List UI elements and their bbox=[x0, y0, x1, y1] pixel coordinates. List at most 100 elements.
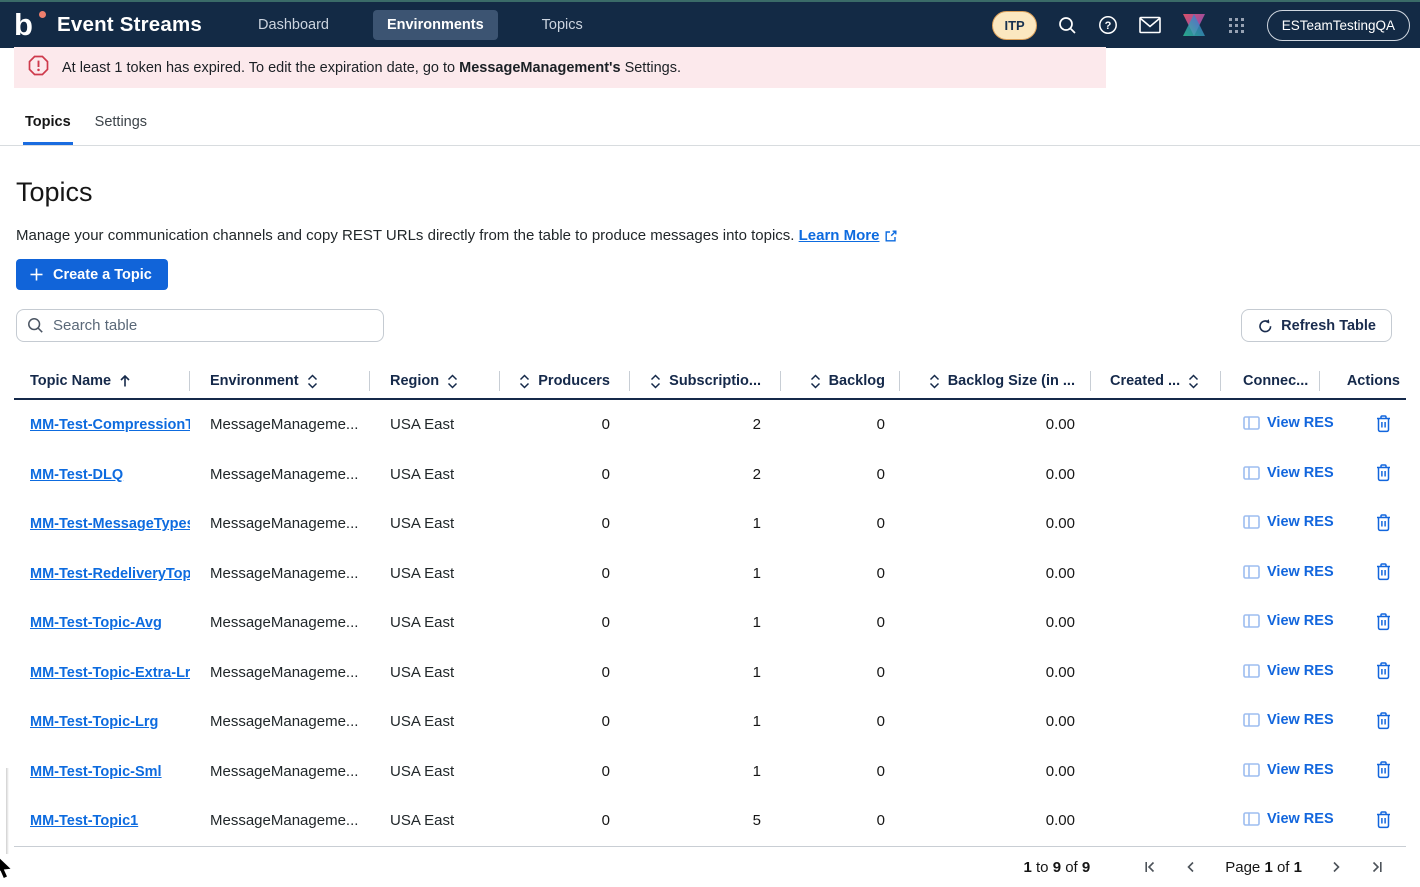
column-header-subscriptions[interactable]: Subscriptio... bbox=[630, 362, 781, 400]
environment-cell: MessageManageme... bbox=[190, 713, 370, 730]
topic-name-link[interactable]: MM-Test-DLQ bbox=[30, 467, 123, 483]
tab-topics[interactable]: Topics bbox=[23, 114, 73, 145]
account-button[interactable]: ESTeamTestingQA bbox=[1267, 10, 1410, 41]
table-row: MM-Test-RedeliveryTopi MessageManageme..… bbox=[14, 549, 1406, 599]
table-row: MM-Test-MessageTypes MessageManageme... … bbox=[14, 499, 1406, 549]
pagination-page-label: Page 1 of 1 bbox=[1225, 859, 1302, 876]
pagination-range: 1 to 9 of 9 bbox=[1023, 859, 1090, 876]
subscriptions-cell: 1 bbox=[630, 565, 781, 582]
learn-more-link[interactable]: Learn More bbox=[799, 227, 899, 244]
backlog-size-cell: 0.00 bbox=[900, 565, 1091, 582]
svg-text:?: ? bbox=[1104, 20, 1111, 32]
table-body: MM-Test-CompressionTo MessageManageme...… bbox=[14, 400, 1406, 847]
last-page-icon bbox=[1370, 860, 1384, 874]
trash-icon bbox=[1375, 760, 1392, 779]
search-input-icon bbox=[27, 317, 44, 334]
region-cell: USA East bbox=[370, 763, 500, 780]
column-header-environment[interactable]: Environment bbox=[190, 362, 370, 400]
table-row: MM-Test-Topic-Extra-Lrg MessageManageme.… bbox=[14, 648, 1406, 698]
backlog-size-cell: 0.00 bbox=[900, 466, 1091, 483]
environment-cell: MessageManageme... bbox=[190, 614, 370, 631]
trash-icon bbox=[1375, 414, 1392, 433]
delete-topic-button[interactable] bbox=[1373, 610, 1394, 636]
delete-topic-button[interactable] bbox=[1373, 758, 1394, 784]
subscriptions-cell: 1 bbox=[630, 664, 781, 681]
environment-cell: MessageManageme... bbox=[190, 515, 370, 532]
subscriptions-cell: 5 bbox=[630, 812, 781, 829]
delete-topic-button[interactable] bbox=[1373, 808, 1394, 834]
backlog-size-cell: 0.00 bbox=[900, 812, 1091, 829]
side-panel-icon bbox=[1243, 664, 1260, 678]
alert-environment-name[interactable]: MessageManagement's bbox=[459, 60, 620, 76]
tab-settings[interactable]: Settings bbox=[93, 114, 149, 145]
column-header-topic-name[interactable]: Topic Name bbox=[14, 362, 190, 400]
first-page-button[interactable] bbox=[1143, 860, 1157, 874]
column-header-backlog-size[interactable]: Backlog Size (in ... bbox=[900, 362, 1091, 400]
trash-icon bbox=[1375, 562, 1392, 581]
nav-topics[interactable]: Topics bbox=[528, 10, 597, 40]
column-header-region[interactable]: Region bbox=[370, 362, 500, 400]
brand[interactable]: b Event Streams bbox=[14, 10, 202, 40]
column-header-backlog[interactable]: Backlog bbox=[781, 362, 900, 400]
x-app-logo-icon[interactable] bbox=[1182, 12, 1206, 38]
backlog-size-cell: 0.00 bbox=[900, 763, 1091, 780]
app-grid-icon[interactable] bbox=[1227, 16, 1246, 35]
column-header-producers[interactable]: Producers bbox=[500, 362, 630, 400]
topic-name-link[interactable]: MM-Test-Topic-Extra-Lrg bbox=[30, 665, 190, 681]
refresh-table-button[interactable]: Refresh Table bbox=[1241, 309, 1392, 342]
side-panel-icon bbox=[1243, 466, 1260, 480]
topic-name-link[interactable]: MM-Test-RedeliveryTopi bbox=[30, 566, 190, 582]
refresh-icon bbox=[1257, 318, 1273, 334]
region-cell: USA East bbox=[370, 515, 500, 532]
search-icon[interactable] bbox=[1058, 16, 1077, 35]
backlog-cell: 0 bbox=[781, 614, 900, 631]
topic-name-link[interactable]: MM-Test-Topic-Avg bbox=[30, 615, 162, 631]
topic-name-link[interactable]: MM-Test-Topic1 bbox=[30, 813, 138, 829]
backlog-cell: 0 bbox=[781, 763, 900, 780]
help-icon[interactable]: ? bbox=[1098, 15, 1118, 35]
backlog-cell: 0 bbox=[781, 812, 900, 829]
table-card-shadow bbox=[6, 768, 9, 854]
subscriptions-cell: 2 bbox=[630, 416, 781, 433]
topic-name-link[interactable]: MM-Test-CompressionTo bbox=[30, 417, 190, 433]
delete-topic-button[interactable] bbox=[1373, 659, 1394, 685]
trash-icon bbox=[1375, 661, 1392, 680]
next-page-button[interactable] bbox=[1329, 860, 1343, 874]
topic-name-link[interactable]: MM-Test-Topic-Sml bbox=[30, 764, 162, 780]
table-row: MM-Test-Topic1 MessageManageme... USA Ea… bbox=[14, 796, 1406, 846]
column-header-actions: Actions bbox=[1320, 362, 1406, 400]
sort-icon bbox=[650, 374, 661, 389]
subscriptions-cell: 1 bbox=[630, 515, 781, 532]
sort-icon bbox=[307, 374, 318, 389]
topic-name-link[interactable]: MM-Test-MessageTypes bbox=[30, 516, 190, 532]
previous-page-button[interactable] bbox=[1184, 860, 1198, 874]
plus-icon bbox=[29, 267, 44, 282]
producers-cell: 0 bbox=[500, 416, 630, 433]
delete-topic-button[interactable] bbox=[1373, 709, 1394, 735]
nav-environments[interactable]: Environments bbox=[373, 10, 498, 40]
sort-icon bbox=[929, 374, 940, 389]
environment-cell: MessageManageme... bbox=[190, 565, 370, 582]
delete-topic-button[interactable] bbox=[1373, 560, 1394, 586]
last-page-button[interactable] bbox=[1370, 860, 1384, 874]
mouse-cursor bbox=[0, 854, 12, 885]
environment-cell: MessageManageme... bbox=[190, 664, 370, 681]
column-header-created[interactable]: Created ... bbox=[1091, 362, 1221, 400]
delete-topic-button[interactable] bbox=[1373, 412, 1394, 438]
appbar-right: ITP ? ESTeamT bbox=[992, 10, 1420, 41]
delete-topic-button[interactable] bbox=[1373, 511, 1394, 537]
delete-topic-button[interactable] bbox=[1373, 461, 1394, 487]
backlog-size-cell: 0.00 bbox=[900, 614, 1091, 631]
region-cell: USA East bbox=[370, 466, 500, 483]
topic-name-link[interactable]: MM-Test-Topic-Lrg bbox=[30, 714, 158, 730]
create-topic-button[interactable]: Create a Topic bbox=[16, 259, 168, 290]
table-row: MM-Test-Topic-Lrg MessageManageme... USA… bbox=[14, 697, 1406, 747]
environment-badge[interactable]: ITP bbox=[992, 11, 1036, 40]
environment-cell: MessageManageme... bbox=[190, 416, 370, 433]
nav-dashboard[interactable]: Dashboard bbox=[244, 10, 343, 40]
next-page-icon bbox=[1329, 860, 1343, 874]
subscriptions-cell: 1 bbox=[630, 763, 781, 780]
brand-name: Event Streams bbox=[57, 13, 202, 37]
mail-icon[interactable] bbox=[1139, 16, 1161, 34]
search-input[interactable] bbox=[53, 317, 373, 334]
